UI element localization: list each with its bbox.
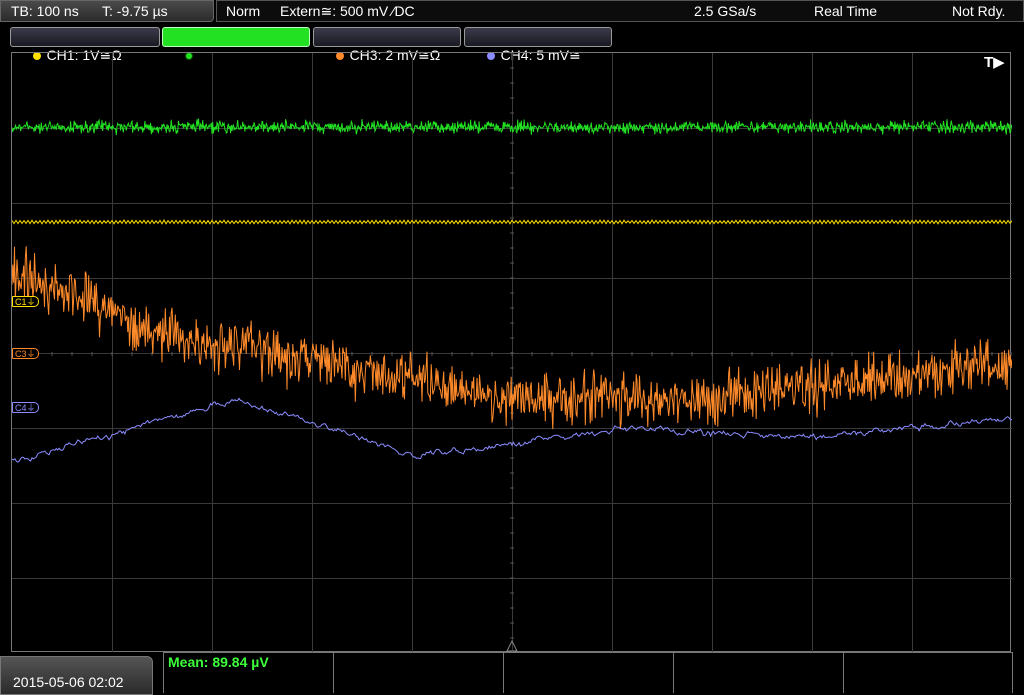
measurement-cell (333, 652, 503, 693)
trigger-source-label: Extern≅: 500 mV ⁄DC (280, 3, 415, 19)
ch1-ground-marker[interactable]: C1⏚ (12, 296, 39, 307)
waveform-traces (12, 118, 1012, 463)
trigger-position-marker[interactable]: T▶ (984, 53, 1005, 71)
trigger-mode-label: Norm (226, 3, 261, 19)
measurement-cell (503, 652, 673, 693)
acquisition-mode-label: Real Time (814, 3, 878, 19)
channel-tab-ch4[interactable]: CH4: 5 mV≅ (464, 27, 612, 63)
datetime-box: 2015-05-06 02:02 (0, 656, 153, 695)
timebase-box[interactable]: TB: 100 ns T: -9.75 µs (0, 0, 214, 22)
status-bar: TB: 100 ns T: -9.75 µs Norm Extern≅: 500… (0, 0, 1024, 24)
channel-tab-ch3[interactable]: CH3: 2 mV≅Ω (313, 27, 461, 63)
channel-bar: CH1: 1V≅Ω CH2: 5 mV≅Ω CH3: 2 mV≅Ω CH4: 5… (0, 24, 1024, 63)
waveform-display[interactable] (11, 52, 1012, 653)
channel-tab-ch1[interactable]: CH1: 1V≅Ω (10, 27, 160, 63)
measurement-cell (673, 652, 843, 693)
ch2-waveform (12, 118, 1012, 136)
timebase-label: TB: 100 ns (11, 3, 79, 19)
mean-measurement: Mean: 89.84 µV (168, 654, 269, 670)
ch4-ground-marker[interactable]: C4⏚ (12, 402, 39, 413)
channel-tab-ch2[interactable]: CH2: 5 mV≅Ω (162, 27, 310, 63)
trigger-time-label: T: -9.75 µs (102, 3, 168, 19)
datetime-label: 2015-05-06 02:02 (13, 674, 124, 690)
sample-rate-label: 2.5 GSa/s (694, 3, 757, 19)
ch1-waveform (12, 219, 1012, 226)
ch3-waveform (12, 246, 1012, 430)
ch3-ground-marker[interactable]: C3⏚ (12, 348, 39, 359)
run-status-label: Not Rdy. (952, 3, 1006, 19)
measurement-cell (843, 652, 1013, 693)
bottom-bar: 2015-05-06 02:02 Mean: 89.84 µV (0, 652, 1024, 695)
measurement-panel[interactable] (163, 652, 1013, 693)
trigger-info-box[interactable]: Norm Extern≅: 500 mV ⁄DC 2.5 GSa/s Real … (216, 0, 1024, 22)
